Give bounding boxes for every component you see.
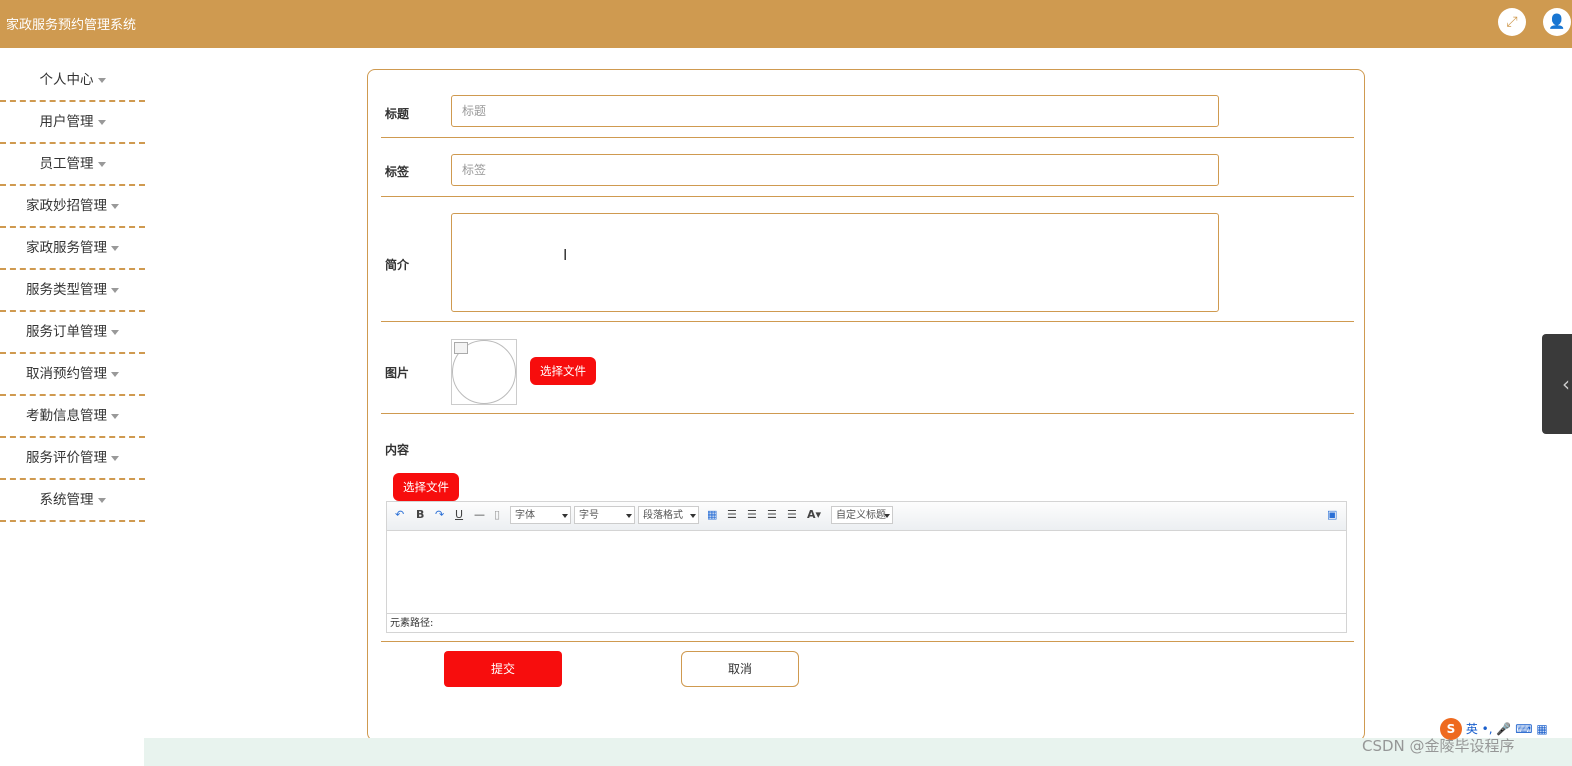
rich-text-editor: ↶ B ↷ U — ▯ 字体 字号 段落格式 ▦ ☰ ☰ ☰ ☰ A▾ 自定义标… [386,501,1347,633]
intro-row: 简介 [381,196,1354,322]
side-collapse-tab[interactable]: ‹ [1542,334,1572,434]
image-row: 图片 选择文件 [381,321,1354,414]
chevron-down-icon [97,119,106,125]
align-left-icon[interactable]: ☰ [727,508,737,521]
sidebar-item-orders[interactable]: 服务订单管理 [0,312,145,354]
chevron-down-icon [111,413,119,419]
title-row: 标题 标题 [381,70,1354,138]
title-label: 标题 [385,107,410,121]
content-label: 内容 [385,443,410,457]
tag-input[interactable]: 标签 [451,154,1219,186]
text-cursor-icon: I [563,246,568,264]
chevron-down-icon [111,287,119,293]
sidebar-item-personal-center[interactable]: 个人中心 [0,60,145,102]
chevron-down-icon [97,77,106,83]
user-icon[interactable]: 👤 [1543,8,1571,36]
broken-image-icon [454,342,468,354]
chevron-down-icon [111,371,119,377]
font-size-select[interactable]: 字号 [574,506,635,524]
microphone-icon[interactable]: 🎤 [1496,722,1511,736]
chevron-down-icon [111,203,119,209]
horizontal-rule-icon[interactable]: — [474,508,485,521]
sidebar-item-system[interactable]: 系统管理 [0,480,145,522]
sidebar-item-staff[interactable]: 员工管理 [0,144,145,186]
sidebar-item-tips[interactable]: 家政妙招管理 [0,186,145,228]
chevron-down-icon [111,245,119,251]
chevron-down-icon [111,329,119,335]
sidebar-item-users[interactable]: 用户管理 [0,102,145,144]
fullscreen-icon[interactable]: ⤢ [1498,8,1526,36]
custom-title-select[interactable]: 自定义标题 [831,506,893,524]
redo-icon[interactable]: ↷ [435,508,444,521]
editor-body[interactable] [387,531,1346,613]
paragraph-format-select[interactable]: 段落格式 [638,506,699,524]
font-select[interactable]: 字体 [510,506,571,524]
chevron-down-icon [111,455,119,461]
image-preview [451,339,517,405]
font-color-icon[interactable]: A▾ [807,508,821,521]
sidebar-item-service-types[interactable]: 服务类型管理 [0,270,145,312]
ime-language[interactable]: 英 [1466,722,1478,736]
sidebar-item-cancellations[interactable]: 取消预约管理 [0,354,145,396]
align-center-icon[interactable]: ☰ [767,508,777,521]
footer-strip [144,738,1572,766]
intro-label: 简介 [385,258,410,272]
image-label: 图片 [385,366,410,380]
tag-label: 标签 [385,165,410,179]
sidebar-item-services[interactable]: 家政服务管理 [0,228,145,270]
chevron-down-icon [626,514,632,518]
editor-toolbar: ↶ B ↷ U — ▯ 字体 字号 段落格式 ▦ ☰ ☰ ☰ ☰ A▾ 自定义标… [387,502,1346,531]
chevron-down-icon [562,514,568,518]
chevron-down-icon [884,514,890,518]
underline-icon[interactable]: U [455,508,463,521]
page-icon[interactable]: ▯ [494,508,500,521]
sidebar-item-reviews[interactable]: 服务评价管理 [0,438,145,480]
align-justify-icon[interactable]: ☰ [787,508,797,521]
watermark: CSDN @金陵毕设程序 [1362,737,1515,755]
content-choose-file-button[interactable]: 选择文件 [393,473,459,501]
preview-icon[interactable]: ▣ [1327,508,1337,521]
form-card: 标题 标题 标签 标签 简介 图片 选择文件 内容 选择文件 ↶ B ↷ U —… [367,69,1365,741]
bold-icon[interactable]: B [416,508,424,521]
title-input[interactable]: 标题 [451,95,1219,127]
punctuation-icon[interactable]: •, [1482,722,1493,736]
sidebar-item-attendance[interactable]: 考勤信息管理 [0,396,145,438]
submit-button[interactable]: 提交 [444,651,562,687]
table-icon[interactable]: ▦ [707,508,717,521]
element-path: 元素路径: [387,613,1346,634]
chevron-down-icon [690,514,696,518]
keyboard-icon[interactable]: ⌨ [1515,722,1532,736]
cancel-button[interactable]: 取消 [681,651,799,687]
align-right-icon[interactable]: ☰ [747,508,757,521]
top-bar: 家政服务预约管理系统 ⤢ 👤 [0,0,1572,48]
undo-icon[interactable]: ↶ [395,508,404,521]
chevron-down-icon [97,161,106,167]
divider [381,641,1354,642]
chevron-down-icon [97,497,106,503]
app-title: 家政服务预约管理系统 [6,18,137,33]
sidebar: 个人中心 用户管理 员工管理 家政妙招管理 家政服务管理 服务类型管理 服务订单… [0,60,145,522]
grid-icon[interactable]: ▦ [1536,722,1547,736]
tag-row: 标签 标签 [381,137,1354,197]
chevron-left-icon: ‹ [1562,372,1570,396]
image-choose-file-button[interactable]: 选择文件 [530,357,596,385]
